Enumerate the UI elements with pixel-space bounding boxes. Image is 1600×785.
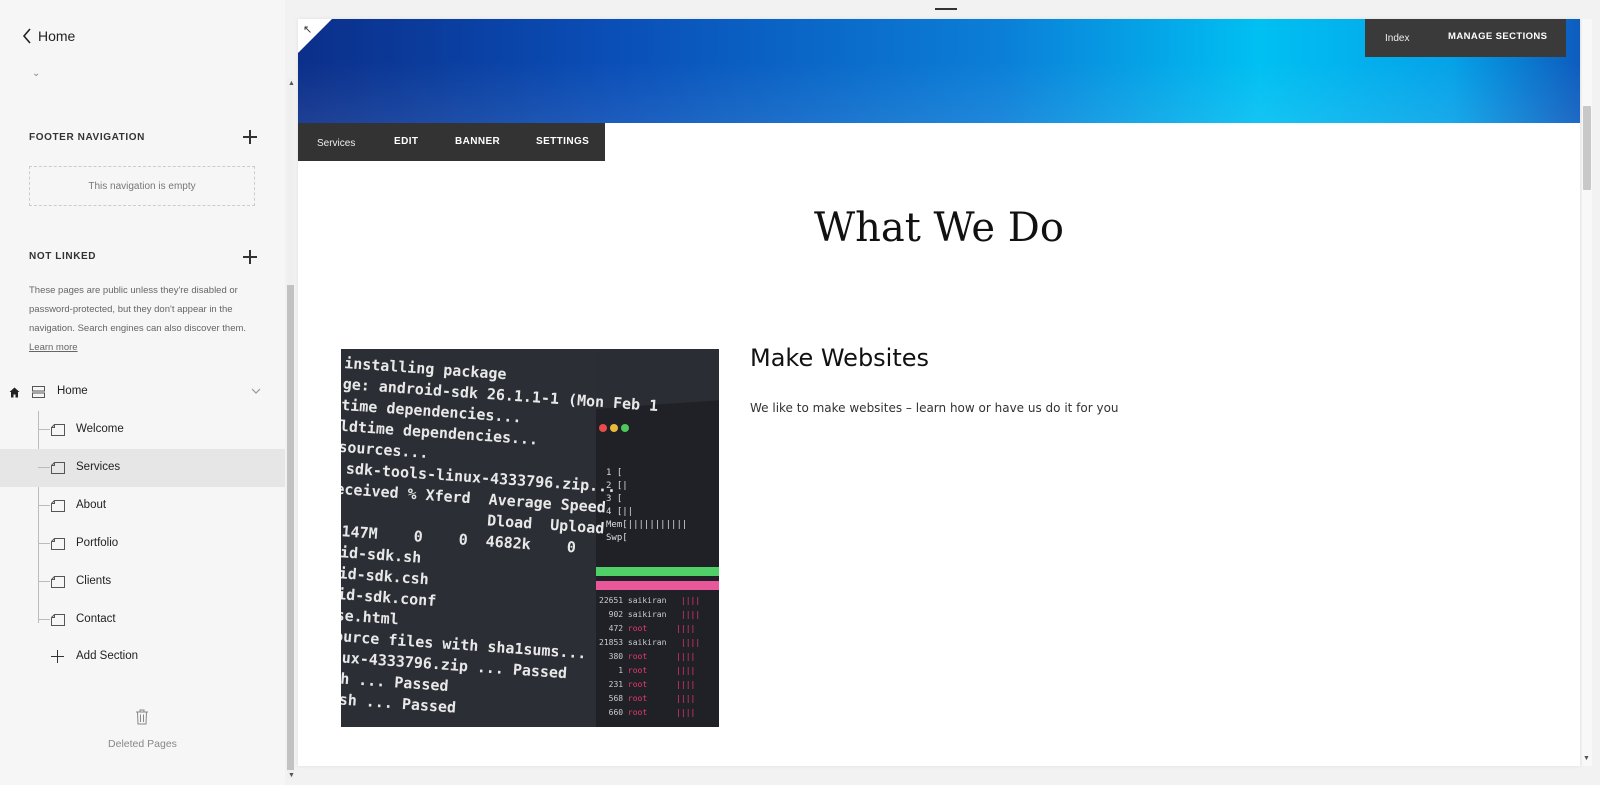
cpu-bars-graphic: 1 [ 2 [| 3 [ 4 [|| Mem[||||||||||| Swp[ [606, 468, 688, 543]
chevron-down-icon[interactable] [251, 386, 261, 396]
page-preview-frame: ↖ Index MANAGE SECTIONS Services EDIT BA… [298, 19, 1580, 766]
card-body-text: We like to make websites – learn how or … [750, 401, 1119, 415]
section-label: Portfolio [76, 537, 119, 549]
empty-nav-text: This navigation is empty [88, 180, 196, 192]
sidebar-scrollbar-thumb[interactable] [287, 285, 294, 770]
drag-handle-icon[interactable] [935, 8, 957, 10]
index-page-label: Home [57, 385, 88, 397]
not-linked-heading: NOT LINKED [29, 251, 97, 262]
tree-tick [38, 543, 50, 544]
not-linked-description-text: These pages are public unless they're di… [29, 285, 247, 334]
section-label: About [76, 499, 107, 511]
section-item-services[interactable]: Services [0, 449, 285, 487]
section-item-contact[interactable]: Contact [0, 601, 285, 639]
edit-button[interactable]: EDIT [394, 136, 418, 147]
section-label: Clients [76, 575, 112, 587]
learn-more-link[interactable]: Learn more [29, 342, 78, 353]
section-heading: What We Do [814, 205, 1064, 251]
back-to-home-link[interactable]: Home [22, 28, 75, 44]
index-label: Index [1385, 33, 1410, 44]
process-list-graphic: 22651 saikiran |||| 902 saikiran |||| 47… [599, 596, 701, 717]
page-icon [51, 576, 65, 588]
page-icon [51, 614, 65, 626]
scroll-down-arrow-icon[interactable]: ▼ [1583, 755, 1590, 762]
chevron-left-icon [22, 28, 31, 44]
manage-sections-button[interactable]: MANAGE SECTIONS [1448, 31, 1547, 42]
card-title: Make Websites [750, 344, 930, 372]
chevron-down-icon[interactable]: ⌄ [32, 68, 40, 79]
add-not-linked-page-plus-icon[interactable] [243, 250, 257, 264]
section-item-about[interactable]: About [0, 487, 285, 525]
section-item-welcome[interactable]: Welcome [0, 411, 285, 449]
section-item-portfolio[interactable]: Portfolio [0, 525, 285, 563]
footer-navigation-heading: FOOTER NAVIGATION [29, 132, 145, 143]
tree-tick [38, 581, 50, 582]
green-header-bar [596, 567, 719, 576]
section-label: Services [76, 461, 121, 473]
section-label: Welcome [76, 423, 124, 435]
section-toolbar: Services EDIT BANNER SETTINGS [298, 123, 605, 161]
site-navigation-sidebar: Home ⌄ FOOTER NAVIGATION This navigation… [0, 0, 285, 785]
index-page-home[interactable]: Home [0, 381, 285, 405]
page-icon [51, 424, 65, 436]
tree-tick [38, 505, 50, 506]
page-icon [51, 500, 65, 512]
add-section-button[interactable]: Add Section [0, 647, 285, 667]
section-name-label: Services [317, 138, 356, 149]
back-label: Home [38, 28, 76, 44]
index-page-icon [32, 386, 45, 398]
tree-tick [38, 467, 50, 468]
section-label: Contact [76, 613, 116, 625]
section-item-clients[interactable]: Clients [0, 563, 285, 601]
add-section-label: Add Section [76, 650, 139, 662]
window-controls-graphic [599, 419, 632, 437]
scroll-up-arrow-icon[interactable]: ▲ [288, 80, 295, 87]
trash-icon[interactable] [135, 709, 149, 725]
terminal-screenshot-image: installing package ge: android-sdk 26.1.… [341, 349, 719, 727]
banner-button[interactable]: BANNER [455, 136, 500, 147]
deleted-pages-link[interactable]: Deleted Pages [0, 738, 285, 750]
tree-tick [38, 429, 50, 430]
plus-icon [51, 650, 64, 663]
tree-tick [38, 619, 50, 620]
pink-highlight-bar [596, 581, 719, 590]
footer-navigation-empty-dropzone: This navigation is empty [29, 166, 255, 206]
scroll-down-arrow-icon[interactable]: ▼ [288, 772, 295, 779]
arrow-up-left-icon[interactable]: ↖ [303, 23, 312, 36]
settings-button[interactable]: SETTINGS [536, 136, 589, 147]
add-footer-link-plus-icon[interactable] [243, 130, 257, 144]
preview-scrollbar-thumb[interactable] [1583, 106, 1591, 190]
home-icon [9, 387, 20, 398]
not-linked-description: These pages are public unless they're di… [29, 281, 264, 357]
index-toolbar: Index MANAGE SECTIONS [1365, 19, 1566, 57]
page-icon [51, 462, 65, 474]
page-icon [51, 538, 65, 550]
